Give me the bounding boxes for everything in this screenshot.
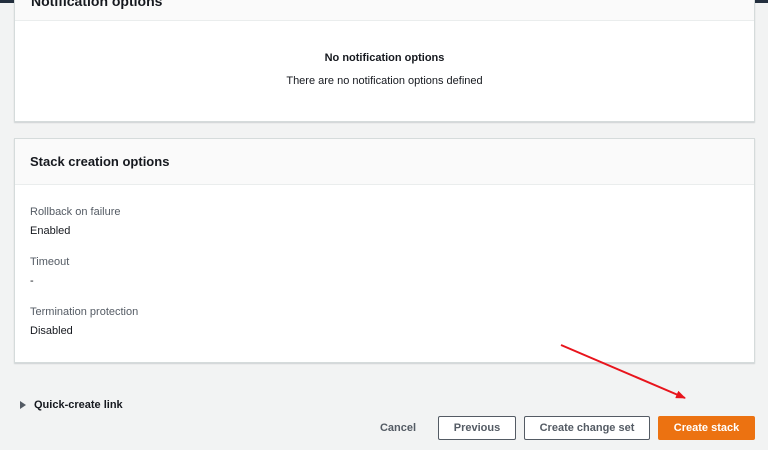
cancel-button[interactable]: Cancel bbox=[372, 416, 424, 440]
stack-creation-options-title: Stack creation options bbox=[30, 154, 170, 169]
field-label: Rollback on failure bbox=[30, 206, 121, 218]
field-value: Disabled bbox=[30, 325, 73, 337]
field-label: Termination protection bbox=[30, 306, 139, 318]
field-label: Timeout bbox=[30, 256, 70, 268]
empty-state-title: No notification options bbox=[324, 52, 445, 64]
previous-button[interactable]: Previous bbox=[438, 416, 516, 440]
caret-right-icon bbox=[20, 401, 26, 409]
timeout-field: Timeout - bbox=[30, 256, 69, 287]
field-value: - bbox=[30, 275, 34, 287]
create-change-set-button[interactable]: Create change set bbox=[524, 416, 650, 440]
stack-creation-options-header: Stack creation options bbox=[15, 139, 754, 185]
notification-options-header: Notification options bbox=[15, 0, 754, 21]
quick-create-link-label: Quick-create link bbox=[34, 399, 123, 411]
rollback-on-failure-field: Rollback on failure Enabled bbox=[30, 206, 121, 237]
termination-protection-field: Termination protection Disabled bbox=[30, 306, 138, 337]
notification-options-panel: Notification options No notification opt… bbox=[14, 0, 755, 122]
create-stack-button[interactable]: Create stack bbox=[658, 416, 755, 440]
notification-options-title: Notification options bbox=[31, 0, 163, 9]
stack-creation-options-panel: Stack creation options Rollback on failu… bbox=[14, 138, 755, 363]
field-value: Enabled bbox=[30, 225, 71, 237]
quick-create-link-toggle[interactable]: Quick-create link bbox=[20, 399, 123, 411]
empty-state-description: There are no notification options define… bbox=[286, 75, 483, 87]
